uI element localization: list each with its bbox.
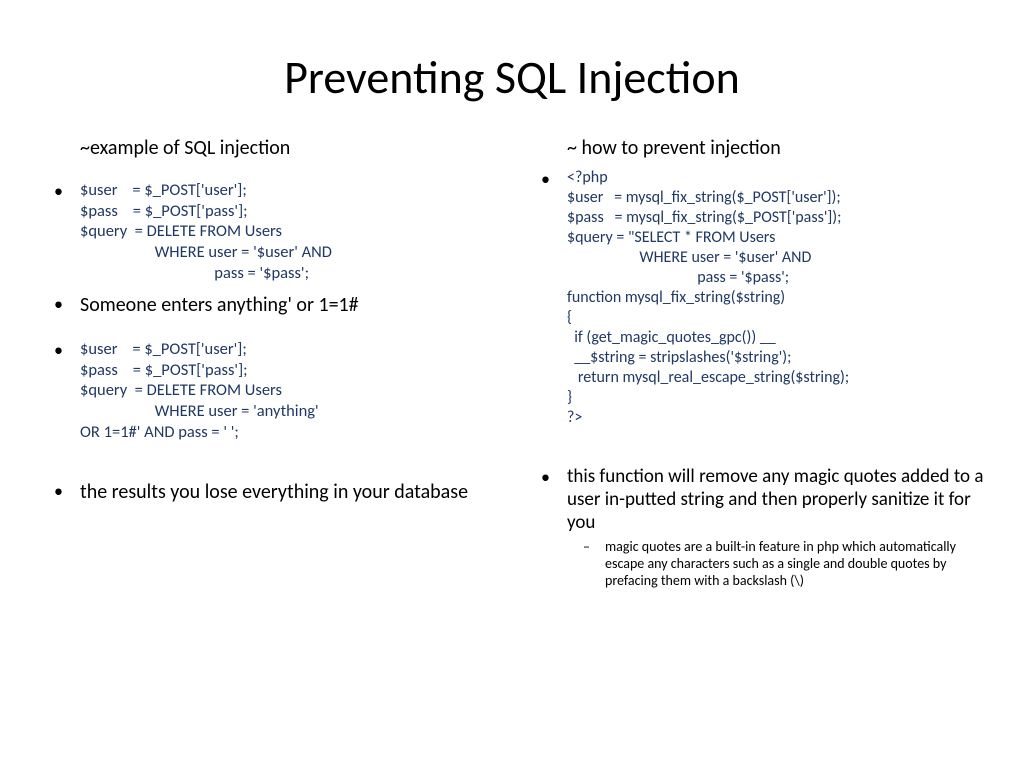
left-code-block-2: $user = $_POST['user']; $pass = $_POST['…: [40, 339, 497, 442]
code-text: $user = $_POST['user']; $pass = $_POST['…: [80, 180, 497, 283]
left-code-block-1: $user = $_POST['user']; $pass = $_POST['…: [40, 180, 497, 283]
right-bullet-1: this function will remove any magic quot…: [527, 466, 984, 589]
code-text: $user = $_POST['user']; $pass = $_POST['…: [80, 339, 497, 442]
bullet-text: Someone enters anything' or 1=1#: [80, 293, 497, 317]
left-list-3: the results you lose everything in your …: [40, 480, 497, 504]
right-column: ~ how to prevent injection <?php $user =…: [527, 136, 984, 599]
slide-title: Preventing SQL Injection: [40, 50, 984, 106]
right-sub-list: magic quotes are a built-in feature in p…: [567, 538, 984, 589]
left-bullet-2: the results you lose everything in your …: [40, 480, 497, 504]
left-column: ~example of SQL injection $user = $_POST…: [40, 136, 497, 599]
bullet-text: this function will remove any magic quot…: [567, 466, 984, 534]
bullet-text: the results you lose everything in your …: [80, 480, 497, 504]
left-list-2: $user = $_POST['user']; $pass = $_POST['…: [40, 339, 497, 442]
columns: ~example of SQL injection $user = $_POST…: [40, 136, 984, 599]
right-list: <?php $user = mysql_fix_string($_POST['u…: [527, 168, 984, 428]
left-heading: ~example of SQL injection: [80, 136, 497, 160]
left-bullet-1: Someone enters anything' or 1=1#: [40, 293, 497, 317]
right-sub-bullet-1: magic quotes are a built-in feature in p…: [567, 538, 984, 589]
right-list-2: this function will remove any magic quot…: [527, 466, 984, 589]
right-code-block-1: <?php $user = mysql_fix_string($_POST['u…: [527, 168, 984, 428]
left-list: $user = $_POST['user']; $pass = $_POST['…: [40, 180, 497, 317]
sub-bullet-text: magic quotes are a built-in feature in p…: [605, 538, 956, 589]
right-heading: ~ how to prevent injection: [567, 136, 984, 160]
code-text: <?php $user = mysql_fix_string($_POST['u…: [567, 168, 984, 428]
slide: Preventing SQL Injection ~example of SQL…: [0, 0, 1024, 768]
